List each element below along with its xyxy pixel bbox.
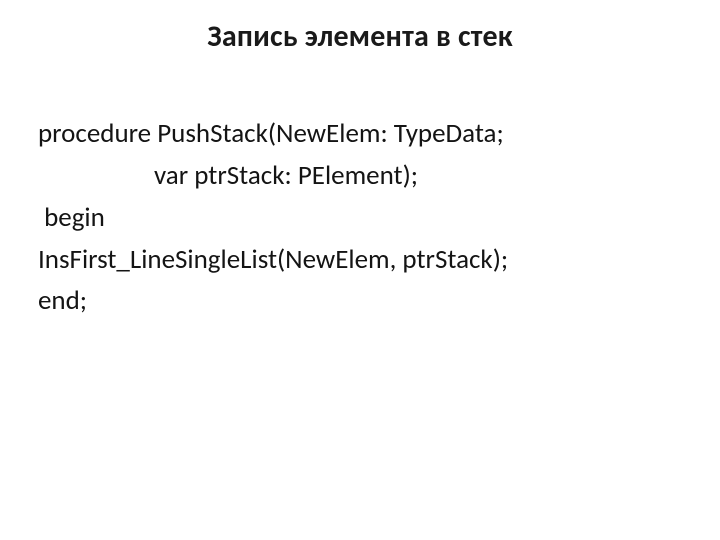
slide: Запись элемента в стек procedure PushSta… [0,0,720,540]
code-line: end; [38,280,682,322]
slide-title: Запись элемента в стек [38,18,682,55]
code-line: procedure PushStack(NewElem: TypeData; [38,113,682,155]
code-line: begin [38,197,682,239]
code-line: var ptrStack: PElement); [38,155,682,197]
code-line: InsFirst_LineSingleList(NewElem, ptrStac… [38,239,682,281]
code-block: procedure PushStack(NewElem: TypeData; v… [38,113,682,322]
